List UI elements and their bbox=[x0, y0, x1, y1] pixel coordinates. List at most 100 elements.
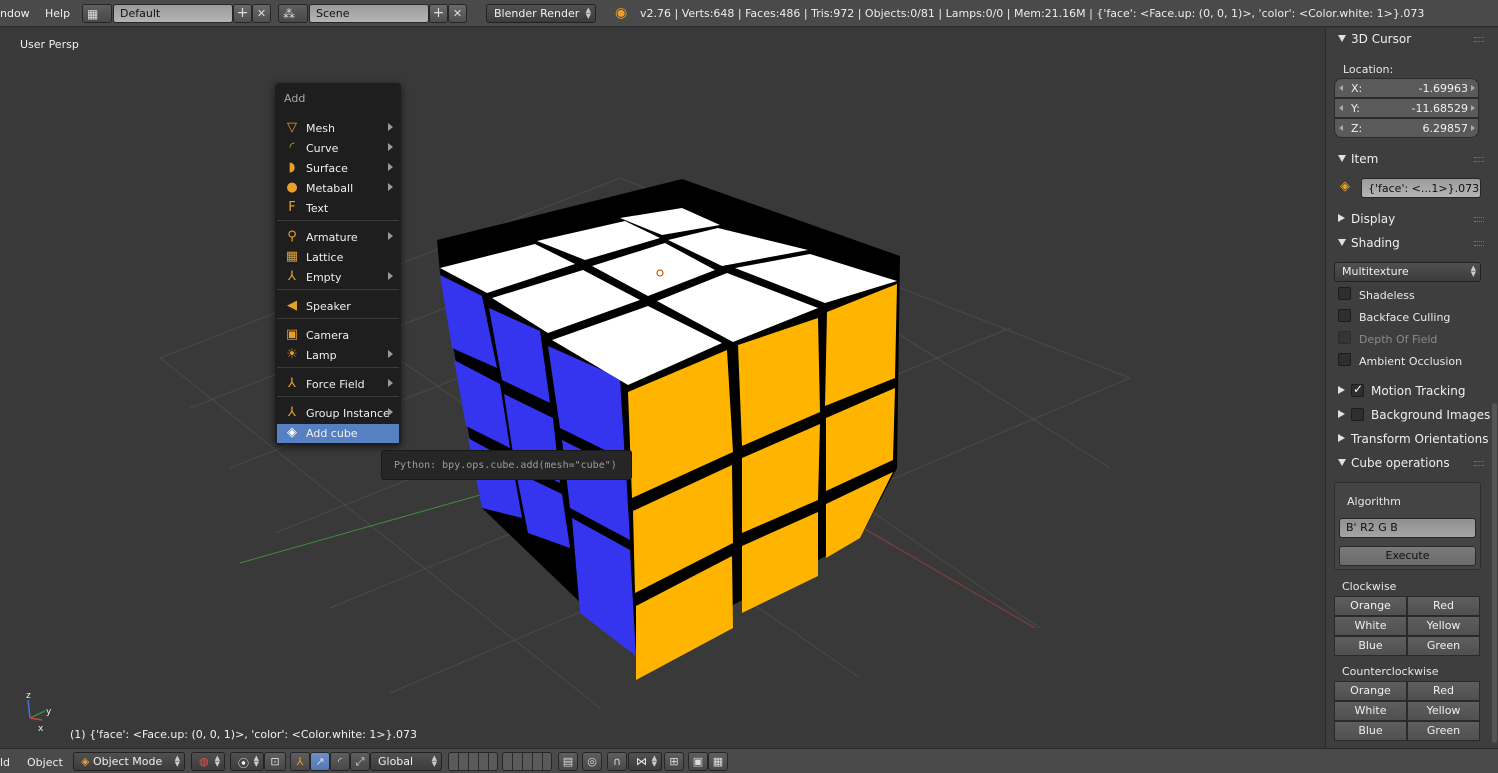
object-name-field[interactable]: {'face': <...1>}.073 bbox=[1361, 178, 1481, 198]
active-object-info: (1) {'face': <Face.up: (0, 0, 1)>, 'colo… bbox=[70, 728, 418, 741]
drag-grip-icon[interactable] bbox=[1474, 37, 1484, 42]
add-menu-item-label: Metaball bbox=[306, 182, 354, 195]
counterclockwise-blue-button[interactable]: Blue bbox=[1334, 721, 1407, 741]
pivot-point-select[interactable]: ⦿ ▲ ▼ bbox=[230, 752, 264, 771]
add-menu-item-camera[interactable]: ▣ Camera bbox=[277, 326, 399, 345]
transform-orientation-select[interactable]: Global ▲ ▼ bbox=[370, 752, 442, 771]
scale-manipulator-button[interactable]: ⤢ bbox=[350, 752, 370, 771]
add-menu-item-lattice[interactable]: ▦ Lattice bbox=[277, 248, 399, 267]
increment-arrow-icon[interactable] bbox=[1471, 85, 1475, 91]
cursor-z-field[interactable]: Z: 6.29857 bbox=[1334, 118, 1479, 138]
interaction-mode-select[interactable]: ◈ Object Mode ▲ ▼ bbox=[73, 752, 185, 771]
clockwise-green-button[interactable]: Green bbox=[1407, 636, 1480, 656]
menu-window[interactable]: ndow bbox=[0, 7, 30, 20]
layout-name-field[interactable]: Default bbox=[113, 4, 233, 23]
counterclockwise-orange-button[interactable]: Orange bbox=[1334, 681, 1407, 701]
scene-selector-button[interactable]: ⁂ bbox=[278, 4, 308, 23]
layer-buttons-right[interactable] bbox=[502, 752, 552, 771]
add-menu-item-empty[interactable]: ⅄ Empty bbox=[277, 268, 399, 287]
shadeless-checkbox[interactable] bbox=[1338, 287, 1351, 300]
panel-header-background-images[interactable]: Background Images bbox=[1326, 404, 1490, 426]
add-menu-item-armature[interactable]: ⚲ Armature bbox=[277, 228, 399, 247]
drag-grip-icon[interactable] bbox=[1474, 217, 1484, 222]
clockwise-white-button[interactable]: White bbox=[1334, 616, 1407, 636]
increment-arrow-icon[interactable] bbox=[1471, 105, 1475, 111]
select-arrows-icon: ▲ ▼ bbox=[1470, 264, 1476, 278]
scene-name-field[interactable]: Scene bbox=[309, 4, 429, 23]
backface-culling-checkbox[interactable] bbox=[1338, 309, 1351, 322]
rotate-manipulator-button[interactable]: ◜ bbox=[330, 752, 350, 771]
cursor-y-field[interactable]: Y: -11.68529 bbox=[1334, 98, 1479, 118]
render-opengl-button[interactable]: ▣ bbox=[688, 752, 708, 771]
add-layout-button[interactable]: + bbox=[233, 4, 252, 23]
viewport-shading-select[interactable]: ◍ ▲ ▼ bbox=[191, 752, 225, 771]
delete-scene-button[interactable]: ✕ bbox=[448, 4, 467, 23]
menu-select[interactable]: ld bbox=[0, 756, 10, 769]
shading-mode-select[interactable]: Multitexture ▲ ▼ bbox=[1334, 262, 1481, 282]
add-menu-item-label: Camera bbox=[306, 329, 350, 342]
counterclockwise-green-button[interactable]: Green bbox=[1407, 721, 1480, 741]
add-scene-button[interactable]: + bbox=[429, 4, 448, 23]
ambient-occlusion-checkbox[interactable] bbox=[1338, 353, 1351, 366]
add-menu-item-text[interactable]: F Text bbox=[277, 199, 399, 218]
execute-button[interactable]: Execute bbox=[1339, 546, 1476, 566]
clockwise-orange-button[interactable]: Orange bbox=[1334, 596, 1407, 616]
add-menu-item-curve[interactable]: ◜ Curve bbox=[277, 139, 399, 158]
decrement-arrow-icon[interactable] bbox=[1339, 85, 1343, 91]
add-menu-item-speaker[interactable]: ◀ Speaker bbox=[277, 297, 399, 316]
rubiks-cube[interactable] bbox=[437, 179, 900, 680]
expand-arrow-icon bbox=[1338, 434, 1345, 442]
panel-header-shading[interactable]: Shading bbox=[1326, 232, 1486, 254]
panel-header-3d-cursor[interactable]: 3D Cursor bbox=[1326, 28, 1486, 50]
motion-tracking-checkbox[interactable] bbox=[1351, 382, 1364, 397]
snap-toggle-button[interactable]: ∩ bbox=[607, 752, 627, 771]
manipulator-toggle[interactable]: ⅄ bbox=[290, 752, 310, 771]
add-menu-item-label: Empty bbox=[306, 271, 342, 284]
clockwise-red-button[interactable]: Red bbox=[1407, 596, 1480, 616]
menu-object[interactable]: Object bbox=[27, 756, 63, 769]
clockwise-blue-button[interactable]: Blue bbox=[1334, 636, 1407, 656]
add-menu-item-group-instance[interactable]: ⅄ Group Instance bbox=[277, 404, 399, 423]
select-arrows-icon: ▲ ▼ bbox=[214, 754, 220, 768]
lock-camera-button[interactable]: ▤ bbox=[558, 752, 578, 771]
counterclockwise-white-button[interactable]: White bbox=[1334, 701, 1407, 721]
panel-header-cube-operations[interactable]: Cube operations bbox=[1326, 452, 1486, 474]
limit-selection-button[interactable]: ⊡ bbox=[264, 752, 286, 771]
increment-arrow-icon[interactable] bbox=[1471, 125, 1475, 131]
add-menu-item-add-cube[interactable]: ◈ Add cube bbox=[277, 424, 399, 443]
proportional-edit-button[interactable]: ◎ bbox=[582, 752, 602, 771]
add-menu-item-lamp[interactable]: ☀ Lamp bbox=[277, 346, 399, 365]
add-menu-item-force-field[interactable]: ⅄ Force Field bbox=[277, 375, 399, 394]
snap-element-select[interactable]: ⋈ ▲ ▼ bbox=[628, 752, 662, 771]
clockwise-yellow-button[interactable]: Yellow bbox=[1407, 616, 1480, 636]
cursor-x-field[interactable]: X: -1.69963 bbox=[1334, 78, 1479, 98]
panel-header-transform-orientations[interactable]: Transform Orientations bbox=[1326, 428, 1489, 450]
translate-manipulator-button[interactable]: ↗ bbox=[310, 752, 330, 771]
layer-buttons-left[interactable] bbox=[448, 752, 498, 771]
layout-selector-button[interactable]: ▦ bbox=[82, 4, 112, 23]
decrement-arrow-icon[interactable] bbox=[1339, 105, 1343, 111]
drag-grip-icon[interactable] bbox=[1474, 461, 1484, 466]
menu-help[interactable]: Help bbox=[45, 7, 70, 20]
render-animation-button[interactable]: ▦ bbox=[708, 752, 728, 771]
add-menu-item-mesh[interactable]: ▽ Mesh bbox=[277, 119, 399, 138]
background-images-checkbox[interactable] bbox=[1351, 408, 1364, 421]
panel-header-item[interactable]: Item bbox=[1326, 148, 1486, 170]
depth-of-field-checkbox[interactable] bbox=[1338, 331, 1351, 344]
panel-header-display[interactable]: Display bbox=[1326, 208, 1486, 230]
add-menu-item-surface[interactable]: ◗ Surface bbox=[277, 159, 399, 178]
add-menu-item-metaball[interactable]: ● Metaball bbox=[277, 179, 399, 198]
submenu-arrow-icon bbox=[388, 232, 393, 240]
render-engine-select[interactable]: Blender Render ▲ ▼ bbox=[486, 4, 596, 23]
panel-scrollbar[interactable] bbox=[1492, 403, 1497, 743]
counterclockwise-yellow-button[interactable]: Yellow bbox=[1407, 701, 1480, 721]
3d-viewport[interactable]: y z x User Persp (1) {'face': <Face.up: … bbox=[0, 28, 1325, 748]
snap-target-button[interactable]: ⊞ bbox=[664, 752, 684, 771]
panel-header-motion-tracking[interactable]: Motion Tracking bbox=[1326, 380, 1486, 402]
algorithm-input[interactable]: B' R2 G B bbox=[1339, 518, 1476, 538]
delete-layout-button[interactable]: ✕ bbox=[252, 4, 271, 23]
drag-grip-icon[interactable] bbox=[1474, 157, 1484, 162]
counterclockwise-red-button[interactable]: Red bbox=[1407, 681, 1480, 701]
drag-grip-icon[interactable] bbox=[1474, 241, 1484, 246]
decrement-arrow-icon[interactable] bbox=[1339, 125, 1343, 131]
